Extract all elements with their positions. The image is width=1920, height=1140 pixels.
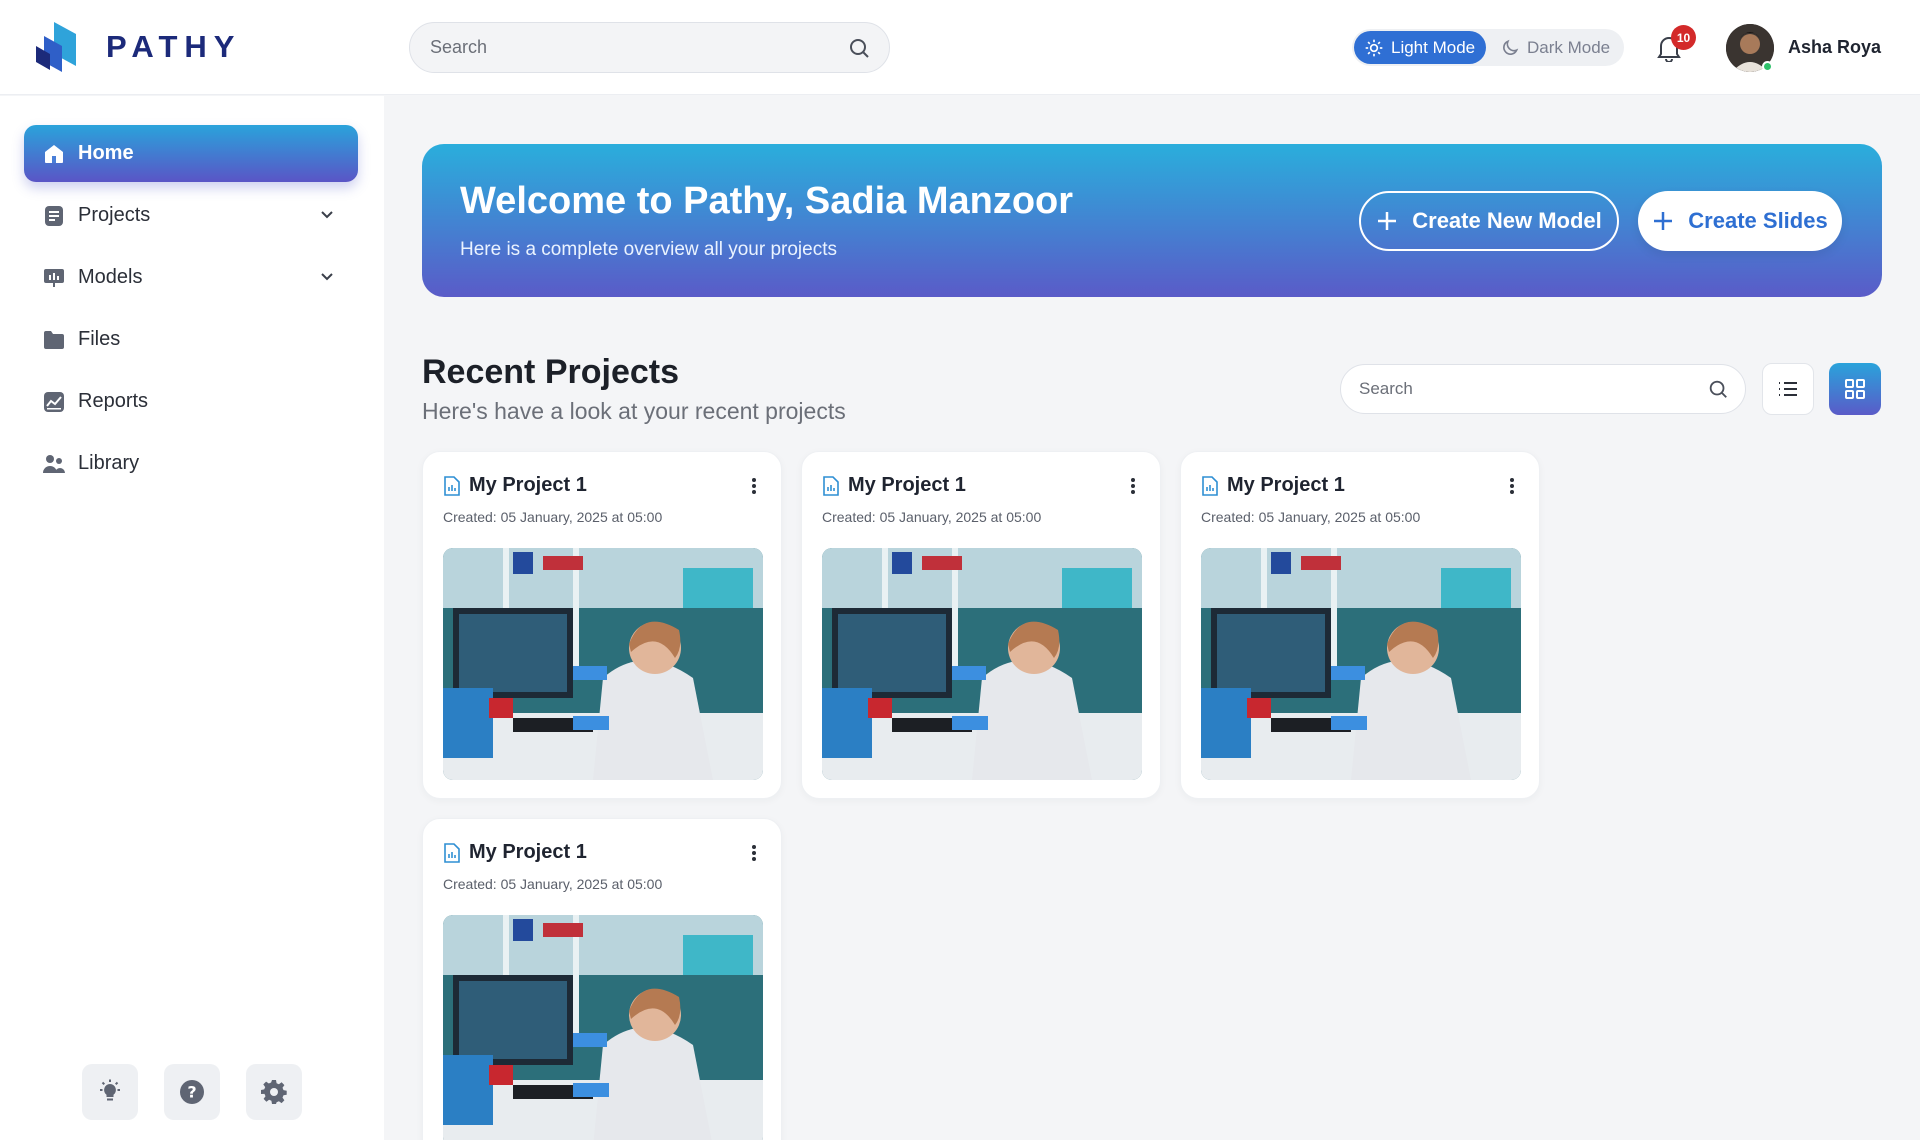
moon-icon	[1503, 39, 1519, 55]
sidebar-item-models[interactable]: Models	[24, 249, 358, 306]
light-mode-label: Light Mode	[1391, 37, 1476, 57]
pathy-logo-icon	[36, 22, 76, 72]
lab-scientist-image	[822, 548, 1142, 780]
presentation-icon	[44, 268, 64, 287]
sidebar-item-label: Models	[78, 266, 143, 288]
sidebar-item-label: Home	[78, 142, 134, 164]
recent-projects-subtitle: Here's have a look at your recent projec…	[422, 398, 846, 424]
more-vertical-icon[interactable]	[751, 844, 757, 862]
settings-icon	[261, 1080, 287, 1104]
project-title[interactable]: My Project 1	[848, 474, 966, 497]
more-vertical-icon[interactable]	[1509, 477, 1515, 495]
sidebar-item-label: Reports	[78, 390, 149, 412]
global-search-input[interactable]	[430, 23, 830, 72]
people-icon	[43, 454, 65, 473]
sidebar-item-files[interactable]: Files	[24, 311, 358, 368]
sidebar-item-label: Projects	[78, 204, 151, 226]
settings-button[interactable]	[246, 1064, 302, 1120]
projects-search	[1340, 364, 1746, 414]
projects-search-input[interactable]	[1359, 365, 1689, 413]
help-icon: ?	[180, 1080, 204, 1104]
more-vertical-icon[interactable]	[1130, 477, 1136, 495]
project-title[interactable]: My Project 1	[469, 841, 587, 864]
lab-scientist-image	[443, 548, 763, 780]
sidebar-item-label: Files	[78, 328, 121, 350]
folder-icon	[44, 330, 64, 349]
create-slides-button[interactable]: Create Slides	[1638, 191, 1842, 251]
chart-report-icon	[44, 391, 64, 412]
project-card[interactable]: My Project 1 Created: 05 January, 2025 a…	[1180, 451, 1540, 799]
project-created-date: Created: 05 January, 2025 at 05:00	[822, 509, 1042, 525]
sidebar-item-home[interactable]: Home	[24, 125, 358, 182]
chevron-down-icon[interactable]	[318, 205, 336, 223]
search-icon[interactable]	[847, 36, 871, 60]
tips-button[interactable]	[82, 1064, 138, 1120]
dark-mode-label: Dark Mode	[1527, 37, 1611, 57]
plus-icon	[1654, 212, 1673, 230]
brand-name: PATHY	[106, 29, 242, 64]
theme-toggle: Light Mode Dark Mode	[1352, 29, 1624, 66]
document-icon	[45, 205, 63, 226]
create-new-model-button[interactable]: Create New Model	[1359, 191, 1619, 251]
dark-mode-button[interactable]: Dark Mode	[1492, 31, 1622, 64]
welcome-title: Welcome to Pathy, Sadia Manzoor	[460, 180, 1074, 222]
recent-projects-title: Recent Projects	[422, 353, 679, 391]
project-created-date: Created: 05 January, 2025 at 05:00	[1201, 509, 1421, 525]
project-thumbnail[interactable]	[443, 915, 763, 1140]
sidebar-item-reports[interactable]: Reports	[24, 373, 358, 430]
file-chart-icon	[444, 476, 460, 496]
file-chart-icon	[1202, 476, 1218, 496]
sidebar-item-projects[interactable]: Projects	[24, 187, 358, 244]
sidebar-item-label: Library	[78, 452, 140, 474]
global-search	[409, 22, 890, 73]
lab-scientist-image	[1201, 548, 1521, 780]
file-chart-icon	[444, 843, 460, 863]
light-mode-button[interactable]: Light Mode	[1354, 31, 1486, 64]
user-name[interactable]: Asha Roya	[1788, 37, 1881, 58]
notification-count-badge: 10	[1671, 25, 1696, 50]
project-card[interactable]: My Project 1 Created: 05 January, 2025 a…	[801, 451, 1161, 799]
welcome-banner: Welcome to Pathy, Sadia Manzoor Here is …	[422, 144, 1882, 297]
more-vertical-icon[interactable]	[751, 477, 757, 495]
create-slides-label: Create Slides	[1688, 208, 1828, 233]
project-created-date: Created: 05 January, 2025 at 05:00	[443, 876, 663, 892]
plus-icon	[1378, 212, 1397, 230]
list-icon	[1779, 382, 1797, 396]
svg-text:?: ?	[187, 1083, 196, 1102]
project-thumbnail[interactable]	[822, 548, 1142, 780]
grid-view-button[interactable]	[1829, 363, 1881, 415]
top-bar: PATHY Light Mode Dark Mode 10 Asha Roya	[0, 0, 1920, 95]
project-thumbnail[interactable]	[443, 548, 763, 780]
home-icon	[45, 144, 63, 163]
lab-scientist-image	[443, 915, 763, 1140]
chevron-down-icon[interactable]	[318, 267, 336, 285]
grid-icon	[1845, 379, 1865, 399]
online-status-indicator	[1762, 61, 1773, 72]
project-created-date: Created: 05 January, 2025 at 05:00	[443, 509, 663, 525]
project-title[interactable]: My Project 1	[1227, 474, 1345, 497]
sun-icon	[1365, 39, 1383, 56]
create-new-model-label: Create New Model	[1412, 208, 1602, 233]
list-view-button[interactable]	[1762, 363, 1814, 415]
help-button[interactable]: ?	[164, 1064, 220, 1120]
brand-logo[interactable]: PATHY	[36, 22, 241, 72]
project-thumbnail[interactable]	[1201, 548, 1521, 780]
welcome-subtitle: Here is a complete overview all your pro…	[460, 239, 837, 260]
file-chart-icon	[823, 476, 839, 496]
project-title[interactable]: My Project 1	[469, 474, 587, 497]
project-card[interactable]: My Project 1 Created: 05 January, 2025 a…	[422, 451, 782, 799]
lightbulb-icon	[100, 1079, 120, 1101]
search-icon[interactable]	[1707, 378, 1729, 400]
project-card[interactable]: My Project 1 Created: 05 January, 2025 a…	[422, 818, 782, 1140]
sidebar-item-library[interactable]: Library	[24, 435, 358, 492]
sidebar: Home Projects Models Files Reports Libra…	[0, 96, 384, 1140]
